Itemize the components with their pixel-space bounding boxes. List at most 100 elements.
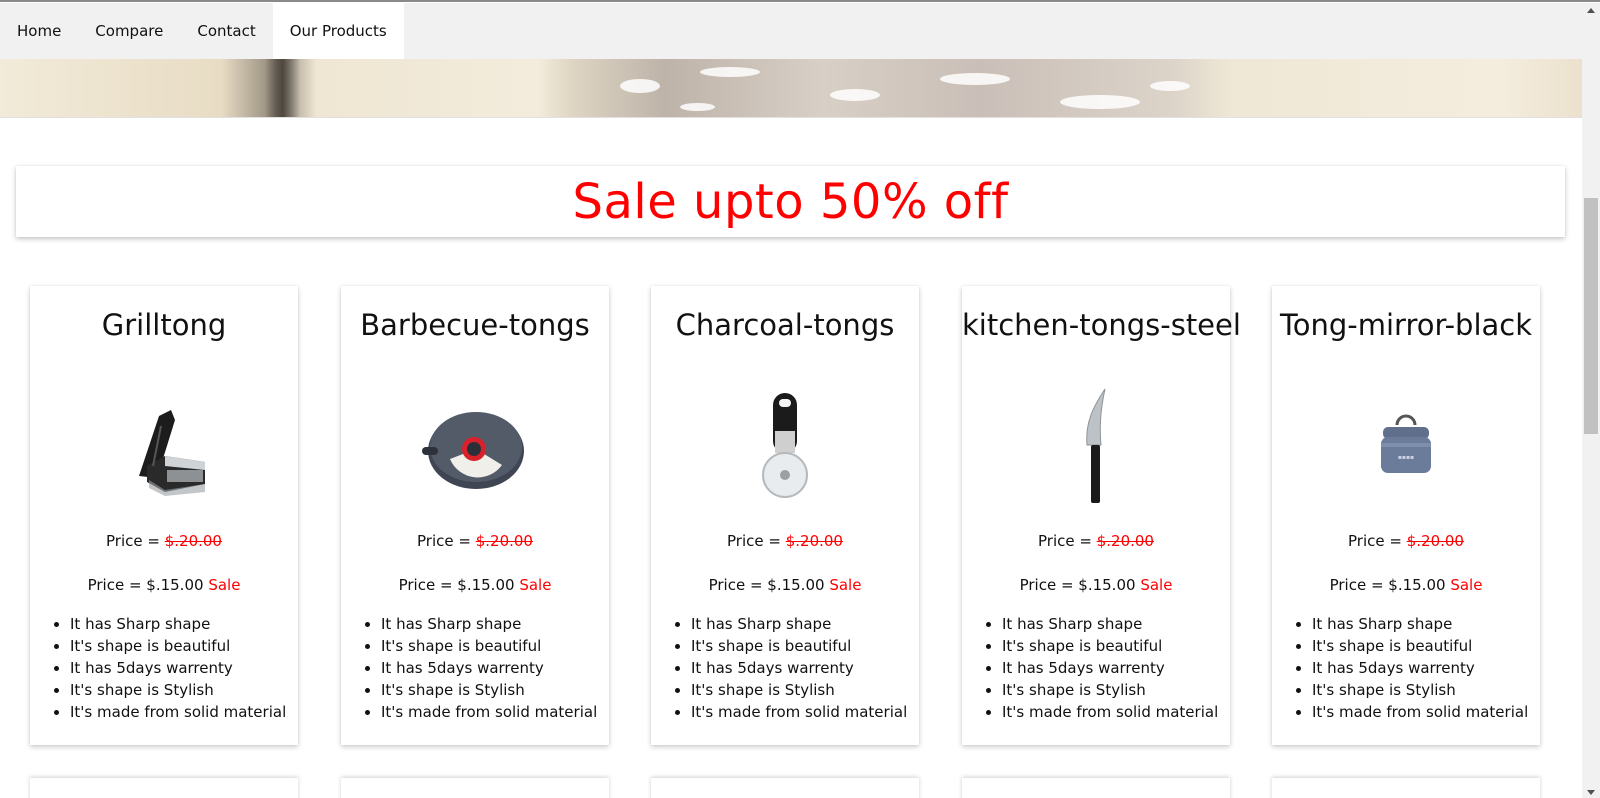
price-value: Price = $.15.00 <box>398 576 515 594</box>
product-image[interactable] <box>715 386 855 506</box>
feature-item: It's shape is Stylish <box>70 679 286 701</box>
flour-speck <box>1060 95 1140 109</box>
strikethrough-price: $.20.00 <box>785 532 843 550</box>
top-nav: Home Compare Contact Our Products <box>0 3 1582 59</box>
product-card-next-row <box>1272 778 1540 798</box>
product-title: Barbecue-tongs <box>360 308 590 342</box>
product-card: Grilltong Price = $.20.00 Price = $.15.0… <box>30 286 298 745</box>
feature-item: It's made from solid material <box>70 701 286 723</box>
flour-speck <box>700 67 760 77</box>
feature-item: It's shape is beautiful <box>691 635 907 657</box>
feature-item: It's made from solid material <box>381 701 597 723</box>
product-card: kitchen-tongs-steel Price = $.20.00 Pric… <box>962 286 1241 745</box>
sale-heading: Sale upto 50% off <box>572 173 1009 230</box>
flour-speck <box>680 103 715 111</box>
feature-item: It's made from solid material <box>1002 701 1218 723</box>
scroll-up-icon[interactable] <box>1587 8 1595 13</box>
nav-compare[interactable]: Compare <box>78 3 180 59</box>
product-card-next-row <box>651 778 919 798</box>
new-price: Price = $.15.00 Sale <box>962 576 1230 594</box>
feature-item: It's shape is Stylish <box>381 679 597 701</box>
feature-list: It has Sharp shape It's shape is beautif… <box>30 613 286 723</box>
product-card: Barbecue-tongs Price = $.20.00 Price = $… <box>341 286 609 745</box>
vertical-scrollbar[interactable] <box>1582 3 1600 798</box>
strikethrough-price: $.20.00 <box>1096 532 1154 550</box>
feature-item: It's shape is beautiful <box>1002 635 1218 657</box>
hero-shadow <box>265 59 300 117</box>
feature-item: It's made from solid material <box>691 701 907 723</box>
feature-item: It has Sharp shape <box>70 613 286 635</box>
feature-item: It has Sharp shape <box>1312 613 1528 635</box>
old-price: Price = $.20.00 <box>30 532 298 550</box>
nav-home[interactable]: Home <box>0 3 78 59</box>
price-value: Price = $.15.00 <box>708 576 825 594</box>
sale-tag: Sale <box>519 576 552 594</box>
product-card-next-row <box>30 778 298 798</box>
sale-tag: Sale <box>208 576 241 594</box>
old-price: Price = $.20.00 <box>962 532 1230 550</box>
scroll-down-icon[interactable] <box>1587 790 1595 795</box>
flour-speck <box>940 73 1010 85</box>
flour-speck <box>620 79 660 93</box>
price-value: Price = $.15.00 <box>1329 576 1446 594</box>
nav-our-products[interactable]: Our Products <box>272 3 404 59</box>
feature-item: It has 5days warrenty <box>691 657 907 679</box>
sale-tag: Sale <box>829 576 862 594</box>
knife-icon <box>1086 388 1106 503</box>
feature-item: It has 5days warrenty <box>381 657 597 679</box>
new-price: Price = $.15.00 Sale <box>341 576 609 594</box>
product-image[interactable] <box>1026 386 1166 506</box>
product-image[interactable] <box>405 386 545 506</box>
nav-contact[interactable]: Contact <box>180 3 272 59</box>
product-title: Charcoal-tongs <box>675 308 895 342</box>
feature-item: It's made from solid material <box>1312 701 1528 723</box>
feature-item: It has Sharp shape <box>1002 613 1218 635</box>
product-title: Grilltong <box>101 308 227 342</box>
hero-banner-image <box>0 59 1582 118</box>
strikethrough-price: $.20.00 <box>164 532 222 550</box>
feature-item: It's shape is Stylish <box>1312 679 1528 701</box>
feature-item: It has 5days warrenty <box>1312 657 1528 679</box>
product-title: Tong-mirror-black <box>1279 308 1533 342</box>
price-value: Price = $.15.00 <box>87 576 204 594</box>
price-label: Price = <box>417 532 476 550</box>
product-card-next-row <box>341 778 609 798</box>
old-price: Price = $.20.00 <box>341 532 609 550</box>
product-image[interactable]: ▪▪▪▪ <box>1336 386 1476 506</box>
pizza-cutter-disc-icon <box>422 412 524 489</box>
feature-item: It's shape is beautiful <box>1312 635 1528 657</box>
page: Home Compare Contact Our Products Sale u… <box>0 0 1600 798</box>
new-price: Price = $.15.00 Sale <box>651 576 919 594</box>
price-label: Price = <box>106 532 165 550</box>
feature-list: It has Sharp shape It's shape is beautif… <box>651 613 907 723</box>
new-price: Price = $.15.00 Sale <box>30 576 298 594</box>
vegetable-slicer-icon <box>139 410 205 496</box>
product-card-next-row <box>962 778 1230 798</box>
product-image[interactable] <box>94 386 234 506</box>
product-card: Tong-mirror-black ▪▪▪▪ Price = $.20.00 P… <box>1272 286 1540 745</box>
old-price: Price = $.20.00 <box>651 532 919 550</box>
strikethrough-price: $.20.00 <box>1406 532 1464 550</box>
product-card: Charcoal-tongs Price = $.20.00 Price = $… <box>651 286 919 745</box>
flour-speck <box>1150 81 1190 91</box>
scroll-thumb[interactable] <box>1584 198 1598 434</box>
price-label: Price = <box>1348 532 1407 550</box>
price-value: Price = $.15.00 <box>1019 576 1136 594</box>
pizza-wheel-icon <box>762 393 808 498</box>
feature-item: It has Sharp shape <box>691 613 907 635</box>
product-title: kitchen-tongs-steel <box>962 308 1241 342</box>
feature-item: It has 5days warrenty <box>70 657 286 679</box>
feature-item: It has 5days warrenty <box>1002 657 1218 679</box>
canister-icon: ▪▪▪▪ <box>1381 414 1431 473</box>
feature-list: It has Sharp shape It's shape is beautif… <box>341 613 597 723</box>
sale-banner: Sale upto 50% off <box>16 166 1565 237</box>
feature-item: It's shape is beautiful <box>70 635 286 657</box>
feature-list: It has Sharp shape It's shape is beautif… <box>1272 613 1528 723</box>
feature-list: It has Sharp shape It's shape is beautif… <box>962 613 1218 723</box>
sale-tag: Sale <box>1140 576 1173 594</box>
browser-top-border <box>0 0 1600 2</box>
feature-item: It's shape is Stylish <box>691 679 907 701</box>
svg-text:▪▪▪▪: ▪▪▪▪ <box>1398 454 1414 461</box>
feature-item: It has Sharp shape <box>381 613 597 635</box>
new-price: Price = $.15.00 Sale <box>1272 576 1540 594</box>
